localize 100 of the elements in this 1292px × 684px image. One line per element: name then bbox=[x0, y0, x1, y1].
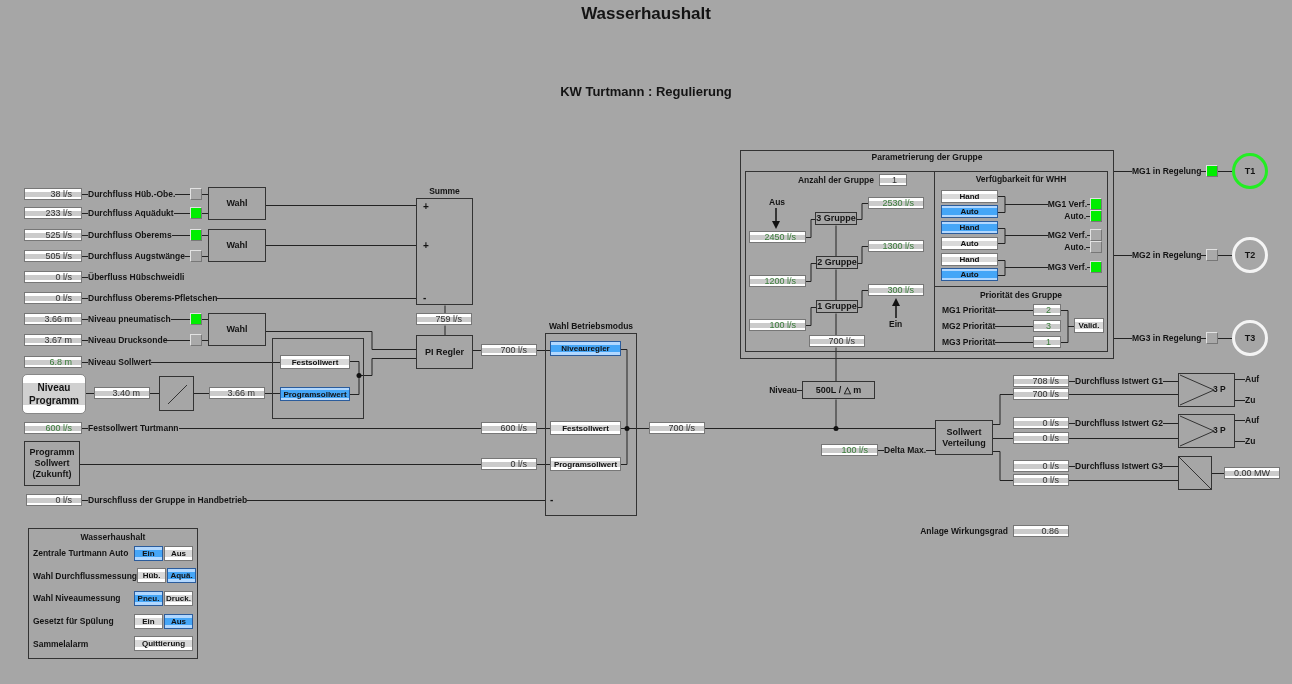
toggle-button[interactable]: Ein bbox=[134, 545, 163, 561]
connector-line bbox=[857, 290, 869, 308]
level-block: 500L / △ m bbox=[802, 381, 875, 399]
value-field: 700 l/s bbox=[1013, 388, 1069, 400]
label: Überfluss Hübschweidli bbox=[88, 272, 185, 282]
connector-line bbox=[82, 318, 88, 320]
connector-line bbox=[1218, 170, 1232, 172]
connector-line bbox=[82, 297, 88, 299]
toggle-button[interactable]: Aus bbox=[164, 545, 193, 561]
sign: - bbox=[550, 494, 554, 505]
label: Niveau Drucksonde bbox=[88, 335, 168, 345]
label: MG1 in Regelung bbox=[1132, 166, 1202, 176]
toggle-button[interactable]: Hüb. bbox=[137, 568, 167, 584]
label: Anlage Wirkungsgrad bbox=[920, 526, 1008, 536]
label: MG1 Priorität bbox=[942, 305, 996, 315]
value-field: 3.66 m bbox=[209, 387, 265, 399]
connector-line bbox=[1162, 422, 1178, 424]
mode-button[interactable]: Festsollwert bbox=[550, 421, 621, 435]
label: Wahl Durchflussmessung bbox=[33, 570, 138, 581]
connector-line bbox=[82, 361, 88, 363]
connector-line bbox=[1218, 254, 1232, 256]
value-field: 0 l/s bbox=[1013, 417, 1069, 429]
label: Durschfluss der Gruppe in Handbetrieb bbox=[88, 495, 248, 505]
toggle-button[interactable]: Ein bbox=[134, 613, 163, 629]
toggle-button[interactable]: Pneu. bbox=[134, 591, 163, 606]
connector-line bbox=[1212, 472, 1224, 474]
value-field: 0.00 MW bbox=[1224, 467, 1280, 479]
value-field: 233 l/s bbox=[24, 207, 82, 219]
distribution-block: Sollwert Verteilung bbox=[935, 420, 993, 455]
value-field: 700 l/s bbox=[809, 335, 865, 347]
connector-line bbox=[1162, 380, 1178, 382]
label: Durchfluss Istwert G2 bbox=[1075, 418, 1163, 428]
mode-button[interactable]: Hand bbox=[941, 190, 998, 203]
block-title: Wahl Betriebsmodus bbox=[548, 321, 634, 331]
label: MG2 in Regelung bbox=[1132, 250, 1202, 260]
connector-line bbox=[536, 464, 551, 465]
connector-line bbox=[82, 427, 88, 429]
label: Durchfluss Augstwänge bbox=[88, 251, 185, 261]
block-label: 3 P bbox=[1213, 425, 1226, 435]
value-field: 0 l/s bbox=[481, 458, 537, 470]
label: Durchfluss Hüb.-Obe. bbox=[88, 189, 176, 199]
selector-block: Wahl bbox=[208, 187, 266, 220]
validate-button[interactable]: Valid. bbox=[1074, 318, 1104, 333]
connector-line bbox=[170, 318, 190, 320]
mode-button[interactable]: Festsollwert bbox=[280, 355, 350, 369]
value-field: 525 l/s bbox=[24, 229, 82, 241]
label: Auto. bbox=[1064, 211, 1086, 221]
connector-line bbox=[167, 339, 190, 341]
mode-button[interactable]: Auto bbox=[941, 205, 998, 218]
value-field: 3.67 m bbox=[24, 334, 82, 346]
label: MG3 Verf. bbox=[1047, 262, 1087, 272]
mode-button[interactable]: Programsollwert bbox=[550, 457, 621, 471]
value-field: 700 l/s bbox=[649, 422, 705, 434]
mode-button[interactable]: Hand bbox=[941, 253, 998, 266]
junction-dot bbox=[356, 373, 362, 378]
mode-button[interactable]: Niveauregler bbox=[550, 341, 621, 356]
connector-line bbox=[992, 438, 1014, 439]
label: Wahl Niveaumessung bbox=[33, 593, 121, 604]
connector-line bbox=[1235, 419, 1245, 421]
value-field: 0.86 bbox=[1013, 525, 1069, 537]
value-field: 3.40 m bbox=[94, 387, 150, 399]
group-block: 3 Gruppe bbox=[815, 212, 857, 225]
label: MG2 Verf. bbox=[1047, 230, 1087, 240]
label: Durchfluss Oberems-Pfletschen bbox=[88, 293, 218, 303]
block-title: Priorität des Gruppe bbox=[979, 290, 1063, 300]
connector-line bbox=[82, 193, 88, 195]
toggle-button[interactable]: Druck. bbox=[164, 591, 193, 606]
mode-button[interactable]: Auto bbox=[941, 268, 998, 281]
connector-line bbox=[992, 394, 1014, 425]
connector-line bbox=[175, 193, 190, 195]
mode-button[interactable]: Programsollwert bbox=[280, 387, 350, 401]
value-field: 505 l/s bbox=[24, 250, 82, 262]
connector-line bbox=[835, 269, 837, 301]
connector-line bbox=[878, 449, 884, 451]
mode-button[interactable]: Auto bbox=[941, 237, 998, 250]
connector-line bbox=[82, 339, 88, 341]
label: Auf bbox=[1245, 374, 1260, 384]
label: Durchfluss Istwert G1 bbox=[1075, 376, 1163, 386]
program-button[interactable]: Niveau Programm bbox=[22, 374, 86, 414]
selector-block: Wahl bbox=[208, 229, 266, 262]
connector-line bbox=[857, 246, 869, 264]
connector-line bbox=[1235, 399, 1245, 401]
connector-line bbox=[202, 255, 208, 257]
connector-line bbox=[1114, 254, 1132, 256]
label: Zentrale Turtmann Auto bbox=[33, 548, 129, 559]
toggle-button[interactable]: Aus bbox=[164, 613, 193, 629]
value-field: 38 l/s bbox=[24, 188, 82, 200]
value-field: 759 l/s bbox=[416, 313, 472, 325]
connector-line bbox=[202, 339, 208, 341]
value-field: 3.66 m bbox=[24, 313, 82, 325]
connector-line bbox=[472, 350, 482, 351]
toggle-button[interactable]: Aquä. bbox=[167, 568, 197, 584]
connector-line bbox=[82, 255, 88, 257]
value-field: 0 l/s bbox=[24, 271, 82, 283]
connector-line bbox=[82, 234, 88, 236]
connector-line bbox=[805, 219, 816, 238]
block-title: Summe bbox=[429, 186, 460, 196]
label: Delta Max. bbox=[884, 445, 927, 455]
mode-button[interactable]: Hand bbox=[941, 221, 998, 234]
toggle-button[interactable]: Quittierung bbox=[134, 636, 193, 652]
